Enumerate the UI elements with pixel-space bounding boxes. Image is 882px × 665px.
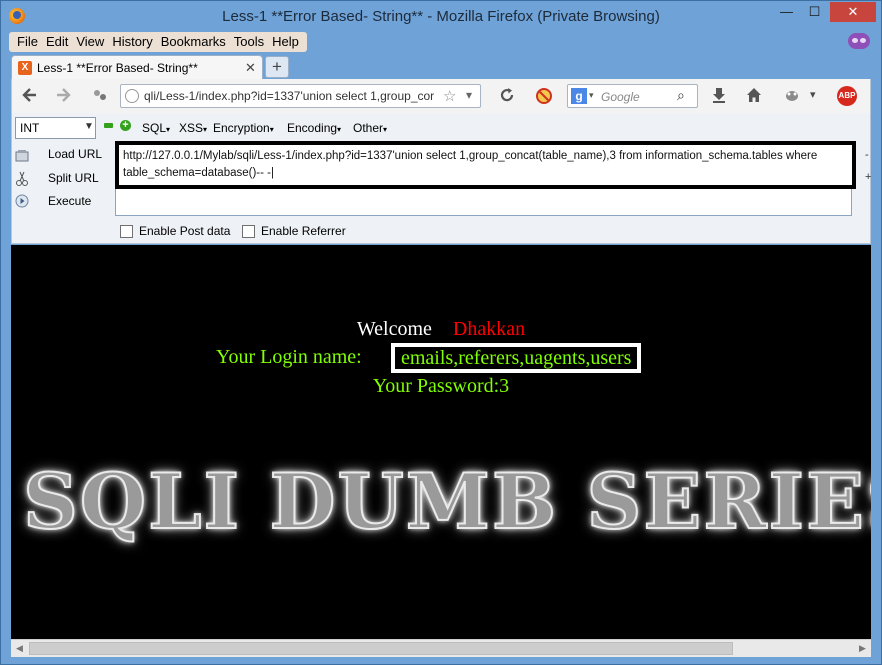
hackbar-panel: INT ▼ + SQL▾ XSS▾ Encryption▾ Encoding▾ …: [11, 113, 871, 244]
menu-encryption[interactable]: Encryption▾: [213, 121, 274, 135]
search-engine-dropdown-icon[interactable]: ▾: [589, 90, 594, 101]
menu-file[interactable]: File: [13, 32, 42, 52]
menu-encoding-label: Encoding: [287, 121, 338, 135]
grow-textarea-button[interactable]: +: [865, 171, 871, 183]
welcome-line: Welcome Dhakkan: [11, 318, 871, 341]
search-bar[interactable]: g ▾ Google ⌕: [567, 84, 698, 108]
user-name: Dhakkan: [452, 318, 526, 340]
search-icon[interactable]: ⌕: [677, 87, 685, 104]
password-line: Your Password:3: [372, 375, 510, 397]
firebug-dropdown-icon[interactable]: ▾: [810, 87, 816, 103]
url-bar[interactable]: qli/Less-1/index.php?id=1337'union selec…: [120, 84, 481, 108]
menu-xss-label: XSS: [179, 121, 204, 135]
tab-strip: X Less-1 **Error Based- String** ✕ +: [1, 54, 881, 80]
url-text[interactable]: qli/Less-1/index.php?id=1337'union selec…: [144, 89, 439, 103]
addon-puzzle-icon[interactable]: [92, 87, 108, 107]
home-icon[interactable]: [746, 87, 762, 107]
enable-referrer-label: Enable Referrer: [261, 224, 346, 238]
scroll-right-icon[interactable]: ▶: [854, 640, 871, 657]
firebug-icon[interactable]: [783, 87, 801, 107]
login-name-line: Your Login name: emails,referers,uagents…: [216, 343, 642, 373]
url-textarea[interactable]: http://127.0.0.1/Mylab/sqli/Less-1/index…: [115, 141, 856, 189]
minimize-button[interactable]: —: [773, 2, 800, 22]
menu-encoding[interactable]: Encoding▾: [287, 121, 341, 135]
forward-arrow-icon[interactable]: [56, 87, 72, 107]
window-title: Less-1 **Error Based- String** - Mozilla…: [222, 8, 660, 25]
bookmark-star-icon[interactable]: ☆: [443, 87, 456, 105]
menu-bookmarks[interactable]: Bookmarks: [157, 32, 230, 52]
decrease-icon[interactable]: [104, 123, 113, 128]
scroll-left-icon[interactable]: ◀: [11, 640, 28, 657]
enable-post-checkbox[interactable]: [120, 225, 133, 238]
menu-view[interactable]: View: [72, 32, 108, 52]
xampp-favicon-icon: X: [18, 61, 32, 75]
enable-post-label: Enable Post data: [139, 224, 231, 238]
globe-icon: [125, 89, 139, 103]
download-icon[interactable]: [711, 87, 727, 107]
execute-button[interactable]: Execute: [48, 194, 91, 208]
encoding-select-value: INT: [20, 121, 40, 135]
new-tab-button[interactable]: +: [265, 56, 289, 78]
navigation-bar: qli/Less-1/index.php?id=1337'union selec…: [11, 79, 871, 113]
menu-history[interactable]: History: [108, 32, 156, 52]
load-url-button[interactable]: Load URL: [48, 147, 102, 161]
split-url-button[interactable]: Split URL: [48, 171, 99, 185]
enable-referrer-checkbox[interactable]: [242, 225, 255, 238]
maximize-button[interactable]: ☐: [801, 2, 828, 22]
menu-sql[interactable]: SQL▾: [142, 121, 170, 135]
menu-tools[interactable]: Tools: [230, 32, 268, 52]
login-name-value: emails,referers,uagents,users: [391, 343, 642, 373]
noscript-icon[interactable]: [535, 87, 553, 109]
sqli-dumb-series-banner: SQLI DUMB SERIES: [22, 456, 871, 547]
menu-other[interactable]: Other▾: [353, 121, 387, 135]
back-arrow-icon[interactable]: [21, 87, 37, 107]
login-name-label: Your Login name:: [216, 346, 362, 368]
menu-edit[interactable]: Edit: [42, 32, 72, 52]
url-history-dropdown-icon[interactable]: ▾: [466, 88, 472, 102]
load-url-icon[interactable]: [15, 149, 29, 163]
tab-close-icon[interactable]: ✕: [245, 60, 256, 76]
close-window-button[interactable]: ✕: [830, 2, 876, 22]
tab-label: Less-1 **Error Based- String**: [37, 61, 198, 75]
browser-window: Less-1 **Error Based- String** - Mozilla…: [0, 0, 882, 665]
scrollbar-thumb[interactable]: [29, 642, 733, 655]
menu-help[interactable]: Help: [268, 32, 303, 52]
reload-icon[interactable]: [499, 87, 515, 107]
welcome-text: Welcome: [356, 318, 432, 340]
scissors-icon[interactable]: [15, 171, 29, 186]
menu-bar: File Edit View History Bookmarks Tools H…: [9, 32, 307, 52]
search-input[interactable]: Google: [601, 90, 640, 104]
shrink-textarea-button[interactable]: -: [865, 149, 869, 161]
page-content: Welcome Dhakkan Your Login name: emails,…: [11, 245, 871, 639]
tab-less-1[interactable]: X Less-1 **Error Based- String** ✕: [11, 55, 263, 80]
encoding-select[interactable]: INT ▼: [15, 117, 96, 139]
execute-play-icon[interactable]: [15, 194, 29, 208]
menu-sql-label: SQL: [142, 121, 167, 135]
chevron-down-icon: ▼: [84, 121, 94, 132]
menu-encryption-label: Encryption: [213, 121, 270, 135]
title-bar: Less-1 **Error Based- String** - Mozilla…: [1, 1, 881, 31]
adblock-plus-icon[interactable]: ABP: [837, 86, 857, 106]
menu-other-label: Other: [353, 121, 384, 135]
private-browsing-mask-icon: [848, 33, 870, 49]
google-icon[interactable]: g: [571, 88, 587, 104]
increase-icon[interactable]: +: [120, 120, 131, 131]
menu-xss[interactable]: XSS▾: [179, 121, 207, 135]
horizontal-scrollbar[interactable]: ◀ ▶: [11, 639, 871, 657]
